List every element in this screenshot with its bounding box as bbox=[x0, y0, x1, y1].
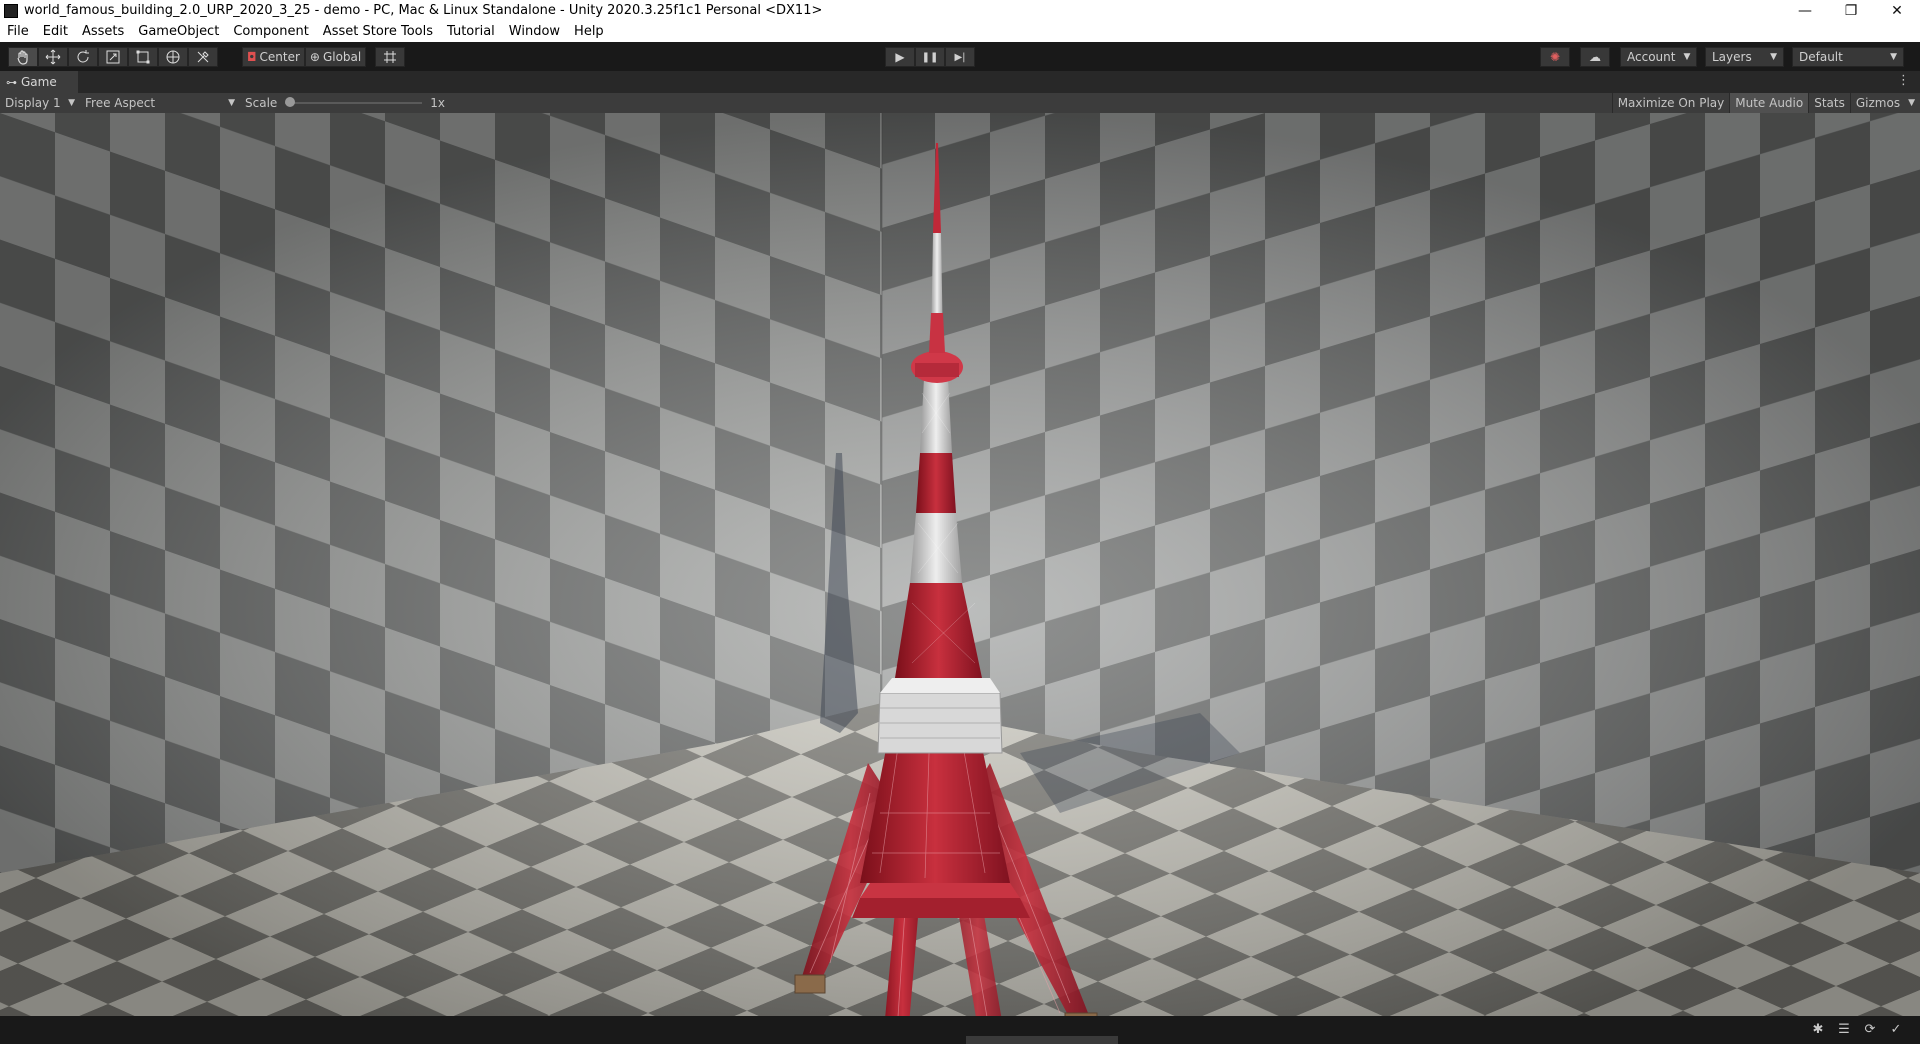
collab-sync-icon[interactable]: ⟳ bbox=[1862, 1022, 1878, 1038]
collab-button[interactable]: ✺ bbox=[1540, 47, 1570, 67]
playmode-controls: ▶ ❚❚ ▶| bbox=[885, 47, 975, 67]
scale-label: Scale bbox=[245, 96, 278, 110]
gizmos-toggle[interactable]: Gizmos ▼ bbox=[1849, 93, 1920, 113]
pivot-rotation-button[interactable]: ⊕ Global bbox=[304, 47, 367, 67]
menu-assets[interactable]: Assets bbox=[75, 24, 131, 39]
maximize-button[interactable]: ❐ bbox=[1828, 0, 1874, 21]
rect-icon bbox=[136, 50, 150, 64]
transform-icon bbox=[166, 50, 180, 64]
chevron-down-icon: ▼ bbox=[1890, 52, 1897, 62]
chevron-down-icon: ▼ bbox=[228, 98, 235, 108]
grid-snap-button[interactable] bbox=[375, 47, 405, 67]
game-view-controls: Display 1 ▼ Free Aspect ▼ Scale 1x Maxim… bbox=[0, 93, 1920, 113]
scale-slider[interactable] bbox=[285, 97, 423, 109]
menu-file[interactable]: File bbox=[0, 24, 36, 39]
display-label: Display 1 bbox=[5, 96, 61, 110]
game-render bbox=[0, 113, 1920, 1016]
scale-tool-button[interactable] bbox=[98, 47, 128, 67]
cloud-button[interactable]: ☁ bbox=[1580, 47, 1610, 67]
scale-value: 1x bbox=[430, 96, 445, 110]
rotate-icon bbox=[77, 50, 89, 63]
unity-logo-icon bbox=[4, 3, 18, 18]
snap-group bbox=[375, 47, 405, 67]
taskbar-scroll-indicator[interactable] bbox=[966, 1036, 1118, 1044]
cloud-group: ☁ bbox=[1580, 47, 1610, 67]
move-icon bbox=[45, 49, 61, 65]
status-bar: ✱ ☰ ⟳ ✓ bbox=[0, 1016, 1920, 1044]
play-button[interactable]: ▶ bbox=[885, 47, 915, 67]
menu-bar: File Edit Assets GameObject Component As… bbox=[0, 21, 1920, 42]
collab-group: ✺ bbox=[1540, 47, 1570, 67]
menu-tutorial[interactable]: Tutorial bbox=[440, 24, 502, 39]
chevron-down-icon: ▼ bbox=[1683, 52, 1691, 62]
maximize-on-play-toggle[interactable]: Maximize On Play bbox=[1611, 93, 1730, 113]
game-view-tabbar: ⊶ Game ⋮ bbox=[0, 71, 1920, 94]
stats-toggle[interactable]: Stats bbox=[1808, 93, 1850, 113]
main-toolbar: ◘ Center ⊕ Global ▶ ❚❚ ▶| ✺ ☁ Account ▼ … bbox=[0, 42, 1920, 71]
collab-icon: ✺ bbox=[1549, 50, 1561, 64]
custom-tool-button[interactable] bbox=[188, 47, 218, 67]
layout-label: Default bbox=[1799, 50, 1843, 64]
rotate-tool-button[interactable] bbox=[68, 47, 98, 67]
window-title: world_famous_building_2.0_URP_2020_3_25 … bbox=[24, 3, 823, 18]
layers-dropdown[interactable]: Layers ▼ bbox=[1705, 47, 1784, 67]
debug-bug-icon[interactable]: ✱ bbox=[1810, 1022, 1826, 1038]
gizmos-label: Gizmos bbox=[1855, 96, 1901, 110]
window-titlebar: world_famous_building_2.0_URP_2020_3_25 … bbox=[0, 0, 1920, 21]
move-tool-button[interactable] bbox=[38, 47, 68, 67]
grid-snap-icon bbox=[384, 51, 396, 63]
pivot-mode-label: Center bbox=[259, 50, 300, 64]
pivot-mode-button[interactable]: ◘ Center bbox=[242, 47, 305, 67]
transform-tools bbox=[8, 47, 218, 67]
gamepad-icon: ⊶ bbox=[6, 75, 17, 89]
panel-menu-icon[interactable]: ⋮ bbox=[1897, 73, 1910, 88]
scale-control: Scale 1x bbox=[240, 93, 450, 113]
menu-window[interactable]: Window bbox=[502, 24, 567, 39]
hand-tool-button[interactable] bbox=[8, 47, 38, 67]
menu-asset-store-tools[interactable]: Asset Store Tools bbox=[316, 24, 440, 39]
minimize-button[interactable]: — bbox=[1782, 0, 1828, 21]
rect-tool-button[interactable] bbox=[128, 47, 158, 67]
pivot-toggles: ◘ Center ⊕ Global bbox=[242, 47, 367, 67]
menu-gameobject[interactable]: GameObject bbox=[131, 24, 226, 39]
transform-tool-button[interactable] bbox=[158, 47, 188, 67]
layers-label: Layers bbox=[1712, 50, 1752, 64]
mute-audio-toggle[interactable]: Mute Audio bbox=[1729, 93, 1809, 113]
globe-icon: ⊕ bbox=[309, 50, 320, 64]
step-button[interactable]: ▶| bbox=[945, 47, 975, 67]
custom-tool-icon bbox=[197, 51, 209, 63]
chevron-down-icon: ▼ bbox=[1770, 52, 1777, 62]
chevron-down-icon: ▼ bbox=[68, 98, 75, 108]
scale-icon bbox=[106, 50, 120, 64]
menu-component[interactable]: Component bbox=[226, 24, 315, 39]
pivot-center-icon: ◘ bbox=[247, 50, 257, 64]
game-viewport[interactable] bbox=[0, 113, 1920, 1016]
tab-game-label: Game bbox=[21, 75, 57, 89]
chevron-down-icon: ▼ bbox=[1908, 98, 1915, 108]
account-dropdown[interactable]: Account ▼ bbox=[1620, 47, 1697, 67]
cloud-icon: ☁ bbox=[1589, 50, 1601, 64]
hand-icon bbox=[17, 50, 28, 65]
check-circle-icon[interactable]: ✓ bbox=[1888, 1022, 1904, 1038]
scale-slider-thumb[interactable] bbox=[285, 97, 296, 107]
menu-help[interactable]: Help bbox=[567, 24, 611, 39]
layout-dropdown[interactable]: Default ▼ bbox=[1792, 47, 1904, 67]
menu-edit[interactable]: Edit bbox=[36, 24, 75, 39]
layers-stack-icon[interactable]: ☰ bbox=[1836, 1022, 1852, 1038]
aspect-label: Free Aspect bbox=[85, 96, 156, 110]
account-label: Account bbox=[1627, 50, 1676, 64]
pause-button[interactable]: ❚❚ bbox=[915, 47, 945, 67]
aspect-dropdown[interactable]: Free Aspect ▼ bbox=[80, 93, 240, 113]
pivot-rotation-label: Global bbox=[322, 50, 362, 64]
scale-slider-track bbox=[285, 102, 423, 104]
close-button[interactable]: ✕ bbox=[1874, 0, 1920, 21]
display-dropdown[interactable]: Display 1 ▼ bbox=[0, 93, 80, 113]
tab-game[interactable]: ⊶ Game bbox=[0, 71, 78, 93]
